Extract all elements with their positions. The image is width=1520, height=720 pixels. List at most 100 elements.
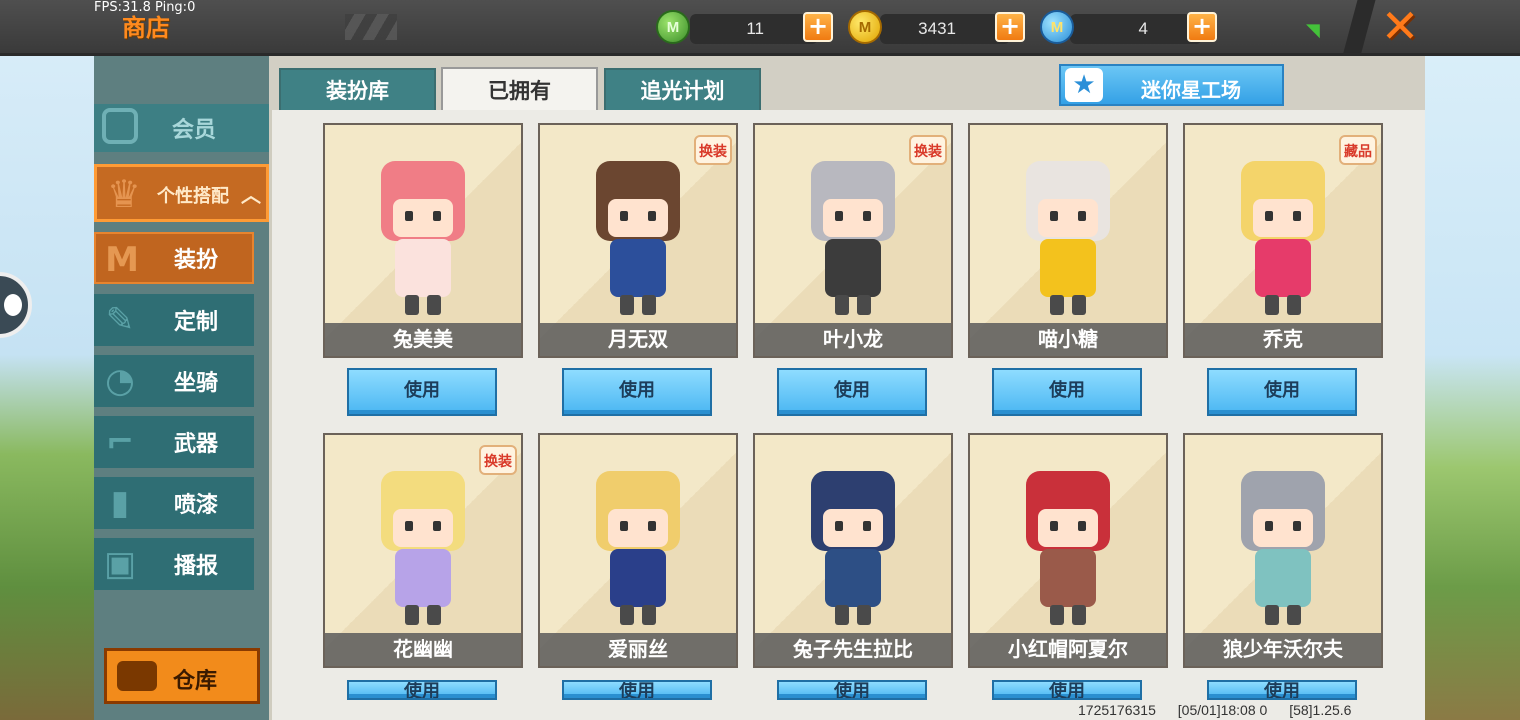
skin-name: 狼少年沃尔夫 [1185,633,1381,666]
sidebar-item-outfit[interactable]: M 装扮 [94,232,254,284]
page-title: 商店 [122,14,170,42]
skin-tag-badge: 换装 [694,135,732,165]
skin-name: 花幽幽 [325,633,521,666]
version: [58]1.25.6 [1289,702,1352,718]
use-skin-button[interactable]: 使用 [992,368,1142,416]
currency-green-gem: 11 [690,14,818,44]
currency-value: 3431 [918,19,956,38]
top-bar: FPS:31.8 Ping:0 商店 11 M + 3431 M + 4 M +… [0,0,1520,56]
sidebar-item-label: 武器 [173,432,218,457]
character-avatar [1008,139,1128,319]
character-avatar [578,139,698,319]
skin-tag-badge: 换装 [479,445,517,475]
currency-value: 4 [1138,19,1148,38]
use-skin-button[interactable]: 使用 [562,680,712,700]
chevron-up-icon: ︿ [241,183,261,207]
skin-name: 喵小糖 [970,323,1166,356]
skin-name: 叶小龙 [755,323,951,356]
skin-card[interactable]: 换装月无双 [538,123,738,358]
sidebar-group-personal-style[interactable]: ♛ 个性搭配 ︿ [94,164,269,222]
tab-label: 装扮库 [326,79,389,103]
skin-tag-badge: 换装 [909,135,947,165]
blue-coin-icon: M [1040,10,1074,44]
sidebar-item-mount[interactable]: ◔ 坐骑 [94,355,254,407]
signal-icon: ◥ [1306,20,1320,41]
skin-name: 小红帽阿夏尔 [970,633,1166,666]
use-skin-button[interactable]: 使用 [347,680,497,700]
use-skin-button[interactable]: 使用 [777,680,927,700]
revolver-icon: ⌐ [105,422,135,462]
brush-icon: ✎ [105,300,135,340]
add-gold-coin-button[interactable]: + [995,12,1025,42]
sidebar-item-broadcast[interactable]: ▣ 播报 [94,538,254,590]
trophy-icon: ♛ [107,172,142,216]
character-avatar [363,139,483,319]
use-skin-button[interactable]: 使用 [992,680,1142,700]
skin-card[interactable]: 兔美美 [323,123,523,358]
character-avatar [1223,139,1343,319]
add-green-gem-button[interactable]: + [803,12,833,42]
currency-blue-coin: 4 [1070,14,1202,44]
skin-card[interactable]: 狼少年沃尔夫 [1183,433,1383,668]
use-skin-button[interactable]: 使用 [347,368,497,416]
sidebar-item-label: 定制 [173,310,218,335]
sidebar-group-label: 个性搭配 [157,186,229,207]
mini-workshop-button[interactable]: ★ 迷你星工场 [1059,64,1284,106]
timestamp: [05/01]18:08 0 [1177,702,1268,718]
tab-label: 追光计划 [640,79,725,103]
skin-card[interactable]: 换装叶小龙 [753,123,953,358]
tab-owned[interactable]: 已拥有 [441,67,598,111]
sidebar-item-customize[interactable]: ✎ 定制 [94,294,254,346]
skin-card[interactable]: 小红帽阿夏尔 [968,433,1168,668]
skin-name: 兔美美 [325,323,521,356]
tab-chase-light-plan[interactable]: 追光计划 [604,68,761,110]
character-avatar [363,449,483,629]
skin-card[interactable]: 藏品乔克 [1183,123,1383,358]
sidebar-item-spray[interactable]: ▮ 喷漆 [94,477,254,529]
sidebar-item-member[interactable]: 会员 [94,104,269,152]
close-button[interactable]: ✕ [1378,3,1422,50]
character-avatar [1008,449,1128,629]
green-gem-icon: M [656,10,690,44]
skin-card[interactable]: 兔子先生拉比 [753,433,953,668]
skin-name: 爱丽丝 [540,633,736,666]
warehouse-button[interactable]: 仓库 [104,648,260,704]
star-icon: ★ [1065,68,1103,102]
sidebar-item-label: 坐骑 [173,371,218,396]
add-blue-coin-button[interactable]: + [1187,12,1217,42]
use-skin-button[interactable]: 使用 [562,368,712,416]
member-icon [102,108,138,144]
warehouse-label: 仓库 [173,669,218,694]
currency-gold-coin: 3431 [880,14,1010,44]
character-avatar [1223,449,1343,629]
chest-icon [117,661,157,691]
divider [1342,0,1376,56]
user-id: 1725176315 [1078,702,1156,718]
character-avatar [793,449,913,629]
tab-outfit-library[interactable]: 装扮库 [279,68,436,110]
tab-label: 已拥有 [488,79,551,103]
gift-box-icon: ▣ [103,544,137,584]
use-skin-button[interactable]: 使用 [1207,368,1357,416]
gold-coin-icon: M [848,10,882,44]
spray-can-icon: ▮ [110,483,130,523]
use-skin-button[interactable]: 使用 [1207,680,1357,700]
skin-tag-badge: 藏品 [1339,135,1377,165]
skin-name: 兔子先生拉比 [755,633,951,666]
character-avatar [578,449,698,629]
skin-name: 乔克 [1185,323,1381,356]
sidebar-item-label: 会员 [172,118,217,143]
skin-name: 月无双 [540,323,736,356]
skin-card[interactable]: 换装花幽幽 [323,433,523,668]
skin-card[interactable]: 喵小糖 [968,123,1168,358]
saddle-icon: ◔ [105,361,135,401]
use-skin-button[interactable]: 使用 [777,368,927,416]
sidebar-item-label: 喷漆 [173,493,218,518]
skin-card[interactable]: 爱丽丝 [538,433,738,668]
background-scenery-left [0,56,94,720]
mini-workshop-label: 迷你星工场 [1141,78,1241,102]
background-scenery-right [1424,56,1520,720]
sidebar-item-label: 装扮 [173,248,218,273]
sidebar-item-weapon[interactable]: ⌐ 武器 [94,416,254,468]
decorative-stripes [345,14,397,40]
